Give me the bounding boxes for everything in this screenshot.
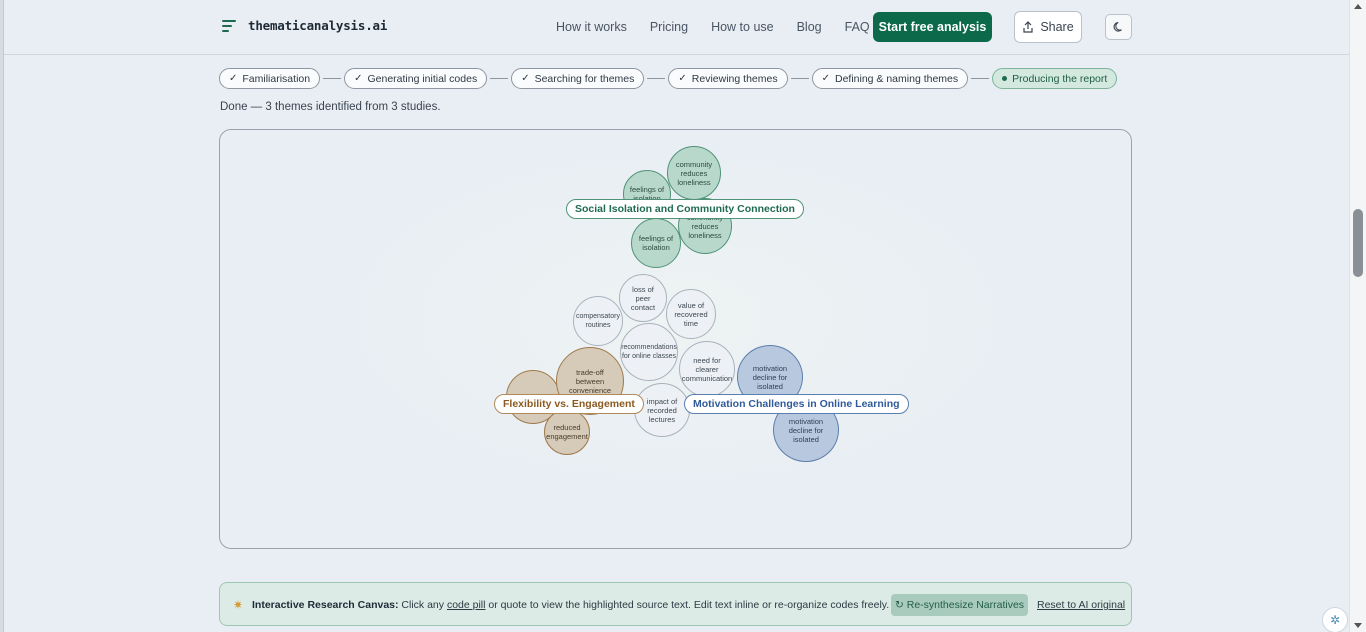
theme-toggle-button[interactable] <box>1105 14 1132 40</box>
step-connector <box>323 78 342 79</box>
step-familiarisation[interactable]: ✓ Familiarisation <box>219 68 321 89</box>
vertical-scrollbar[interactable] <box>1349 0 1366 632</box>
code-bubble[interactable]: recommendations for online classes <box>620 323 678 381</box>
code-bubble[interactable]: compensatory routines <box>573 296 623 346</box>
step-generating-codes[interactable]: ✓ Generating initial codes <box>344 68 488 89</box>
menu-lines-icon <box>222 19 238 33</box>
status-text: Done — 3 themes identified from 3 studie… <box>220 101 441 113</box>
theme-label-social-isolation[interactable]: Social Isolation and Community Connectio… <box>566 199 804 219</box>
refresh-icon: ↻ <box>894 599 904 611</box>
share-label: Share <box>1040 20 1074 34</box>
share-upload-icon <box>1023 21 1033 33</box>
scrollbar-thumb[interactable] <box>1353 209 1363 277</box>
moon-icon <box>1113 21 1122 32</box>
step-connector <box>790 78 809 79</box>
window-edge <box>0 0 4 632</box>
code-bubble[interactable]: need for clearer communication <box>679 341 735 397</box>
nav-how-it-works[interactable]: How it works <box>556 20 627 34</box>
nav-faq[interactable]: FAQ <box>845 20 870 34</box>
code-bubble[interactable]: feelings of isolation <box>631 218 681 268</box>
nav-blog[interactable]: Blog <box>797 20 822 34</box>
main-nav: How it works Pricing How to use Blog FAQ <box>556 20 870 34</box>
step-label: Reviewing themes <box>691 72 778 85</box>
step-label: Searching for themes <box>534 72 635 85</box>
resynthesize-narratives-button[interactable]: ↻ Re-synthesize Narratives <box>891 594 1028 616</box>
logo[interactable]: thematicanalysis.ai <box>222 18 387 33</box>
infobar-text-2: or quote to view the highlighted source … <box>488 599 890 611</box>
share-button[interactable]: Share <box>1014 11 1082 43</box>
step-label: Producing the report <box>1012 72 1108 85</box>
step-label: Defining & naming themes <box>834 72 959 85</box>
progress-steps: ✓ Familiarisation ✓ Generating initial cod… <box>219 68 1118 89</box>
step-label: Familiarisation <box>242 72 311 85</box>
top-navbar: thematicanalysis.ai How it works Pricing… <box>4 0 1349 55</box>
scroll-down-icon[interactable] <box>1354 623 1362 628</box>
check-icon: ✓ <box>229 73 238 84</box>
code-bubble[interactable]: value of recovered time <box>666 289 716 339</box>
active-dot-icon <box>1002 76 1008 81</box>
step-searching-themes[interactable]: ✓ Searching for themes <box>511 68 645 89</box>
sparkle-icon: ✷ <box>233 598 244 612</box>
step-connector <box>490 78 509 79</box>
reset-to-ai-original-link[interactable]: Reset to AI original <box>1037 599 1125 611</box>
infobar-text: Interactive Research Canvas: Click any c… <box>252 599 889 611</box>
step-label: Generating initial codes <box>367 72 478 85</box>
code-pill-link[interactable]: code pill <box>447 599 486 611</box>
step-defining-themes[interactable]: ✓ Defining & naming themes <box>811 68 969 89</box>
check-icon: ✓ <box>678 73 687 84</box>
check-icon: ✓ <box>354 73 363 84</box>
code-bubble[interactable]: reduced engagement <box>544 409 590 455</box>
theme-label-motivation[interactable]: Motivation Challenges in Online Learning <box>684 394 909 414</box>
interactive-canvas-infobar: ✷ Interactive Research Canvas: Click any… <box>219 582 1132 626</box>
step-connector <box>647 78 666 79</box>
research-canvas[interactable]: feelings of isolation community reduces … <box>219 129 1132 549</box>
code-bubble[interactable]: loss of peer contact <box>619 274 667 322</box>
infobar-text-1: Click any <box>401 599 445 611</box>
step-producing-report[interactable]: Producing the report <box>992 68 1118 89</box>
step-connector <box>971 78 990 79</box>
scroll-up-icon[interactable] <box>1354 4 1362 9</box>
code-bubble[interactable]: community reduces loneliness <box>667 146 721 200</box>
check-icon: ✓ <box>521 73 530 84</box>
step-reviewing-themes[interactable]: ✓ Reviewing themes <box>668 68 788 89</box>
resynth-label: Re-synthesize Narratives <box>906 599 1025 611</box>
nav-pricing[interactable]: Pricing <box>650 20 688 34</box>
assistant-widget-icon[interactable]: ✲ <box>1322 607 1348 632</box>
check-icon: ✓ <box>821 73 830 84</box>
infobar-title: Interactive Research Canvas: <box>252 599 399 611</box>
nav-how-to-use[interactable]: How to use <box>711 20 774 34</box>
start-free-analysis-button[interactable]: Start free analysis <box>873 12 992 42</box>
code-bubble[interactable]: impact of recorded lectures <box>634 383 690 437</box>
theme-label-flexibility[interactable]: Flexibility vs. Engagement <box>494 394 644 414</box>
logo-text: thematicanalysis.ai <box>248 18 388 33</box>
